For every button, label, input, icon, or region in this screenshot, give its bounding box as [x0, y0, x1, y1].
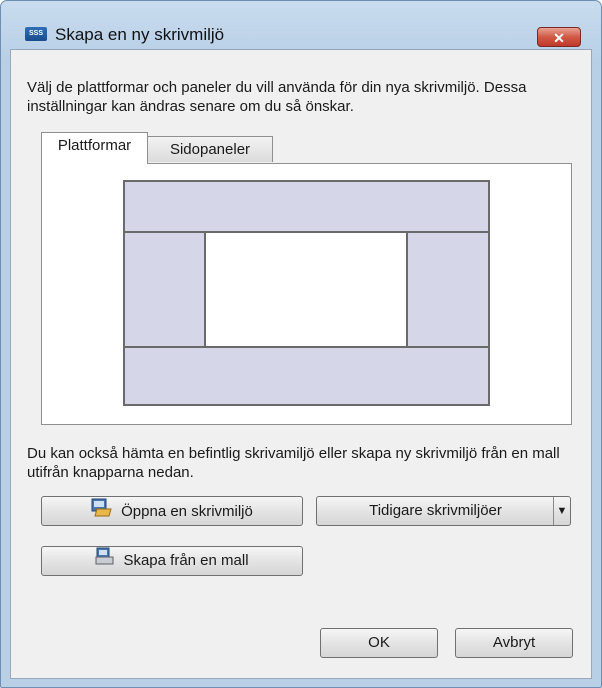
folder-open-icon — [91, 497, 113, 527]
tab-sidopaneler[interactable]: Sidopaneler — [147, 136, 273, 162]
tab-panel-plattformar — [41, 163, 572, 425]
create-from-template-button[interactable]: Skapa från en mall — [41, 546, 303, 576]
tab-plattformar[interactable]: Plattformar — [41, 132, 148, 164]
template-icon — [95, 547, 115, 575]
open-environment-label: Öppna en skrivmiljö — [121, 502, 253, 520]
cancel-label: Avbryt — [492, 634, 536, 651]
close-icon: ✕ — [553, 30, 565, 46]
dialog-window: SSS Skapa en ny skrivmiljö ✕ Välj de pla… — [0, 0, 602, 688]
open-environment-button[interactable]: Öppna en skrivmiljö — [41, 496, 303, 526]
tab-label: Sidopaneler — [169, 141, 251, 158]
tab-label: Plattformar — [57, 137, 132, 154]
ok-label: OK — [368, 634, 390, 651]
top-panel[interactable] — [123, 180, 490, 233]
info-text: Du kan också hämta en befintlig skrivami… — [27, 445, 560, 481]
previous-environments-button[interactable]: Tidigare skrivmiljöer ▼ — [316, 496, 571, 526]
title-bar[interactable]: SSS Skapa en ny skrivmiljö ✕ — [1, 1, 601, 47]
close-button[interactable]: ✕ — [537, 27, 581, 47]
dialog-body: Välj de plattformar och paneler du vill … — [10, 49, 592, 679]
bottom-panel[interactable] — [123, 346, 490, 406]
chevron-down-icon[interactable]: ▼ — [553, 497, 570, 525]
cancel-button[interactable]: Avbryt — [455, 628, 573, 658]
center-area — [204, 231, 408, 348]
previous-environments-label: Tidigare skrivmiljöer — [369, 502, 502, 519]
app-icon: SSS — [25, 27, 47, 41]
ok-button[interactable]: OK — [320, 628, 438, 658]
layout-preview — [123, 180, 490, 406]
right-panel[interactable] — [406, 231, 490, 348]
description-text: Välj de plattformar och paneler du vill … — [27, 79, 527, 115]
create-from-template-label: Skapa från en mall — [123, 552, 249, 569]
left-panel[interactable] — [123, 231, 206, 348]
window-title: Skapa en ny skrivmiljö — [55, 25, 225, 44]
